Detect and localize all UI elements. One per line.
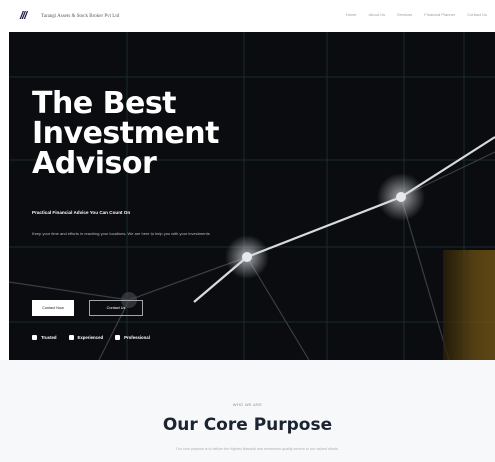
badge-trusted: Trusted — [32, 335, 57, 340]
nav-item-about-us[interactable]: About Us — [369, 12, 385, 17]
nav-item-home[interactable]: Home — [346, 12, 357, 17]
badge-experienced: Experienced — [68, 335, 104, 340]
nav-links: Home About Us Services Financial Planner… — [334, 12, 487, 17]
badge-label: Experienced — [77, 335, 104, 340]
brand-name: Tarangi Assets & Stock Broker Pvt Ltd — [41, 13, 120, 19]
contact-us-button[interactable]: Contact Us — [89, 300, 143, 316]
section-title: Our Core Purpose — [162, 415, 333, 435]
section-text: Our core purpose is to deliver the highe… — [175, 447, 339, 451]
check-icon — [32, 335, 37, 340]
brand[interactable]: /// Tarangi Assets & Stock Broker Pvt Lt… — [20, 10, 120, 22]
hero-title: The Best Investment Advisor — [32, 86, 219, 181]
badge-professional: Professional — [115, 335, 150, 340]
hero-subtitle: Practical Financial Advice You Can Count… — [32, 210, 131, 215]
hero-description: Keep your time and efforts in reaching y… — [32, 231, 210, 236]
nav-item-contact-us[interactable]: Contact Us — [467, 12, 487, 17]
nav-item-financial-planner[interactable]: Financial Planner — [424, 12, 455, 17]
navbar: /// Tarangi Assets & Stock Broker Pvt Lt… — [0, 0, 495, 32]
hero-background-graphic — [9, 32, 495, 360]
contact-now-button[interactable]: Contact Now — [32, 300, 74, 316]
nav-item-services[interactable]: Services — [397, 12, 412, 17]
check-icon — [68, 335, 74, 340]
section-eyebrow: WHO WE ARE — [232, 402, 263, 407]
check-icon — [115, 335, 121, 340]
brand-logo-icon: /// — [20, 10, 27, 22]
hero-gold-accent — [443, 250, 495, 360]
badge-label: Professional — [124, 335, 150, 340]
badge-label: Trusted — [41, 335, 57, 340]
trust-badges: Trusted Experienced Professional — [32, 335, 162, 340]
core-purpose-section: WHO WE ARE Our Core Purpose Our core pur… — [0, 360, 495, 462]
hero-section: The Best Investment Advisor Practical Fi… — [9, 32, 495, 360]
